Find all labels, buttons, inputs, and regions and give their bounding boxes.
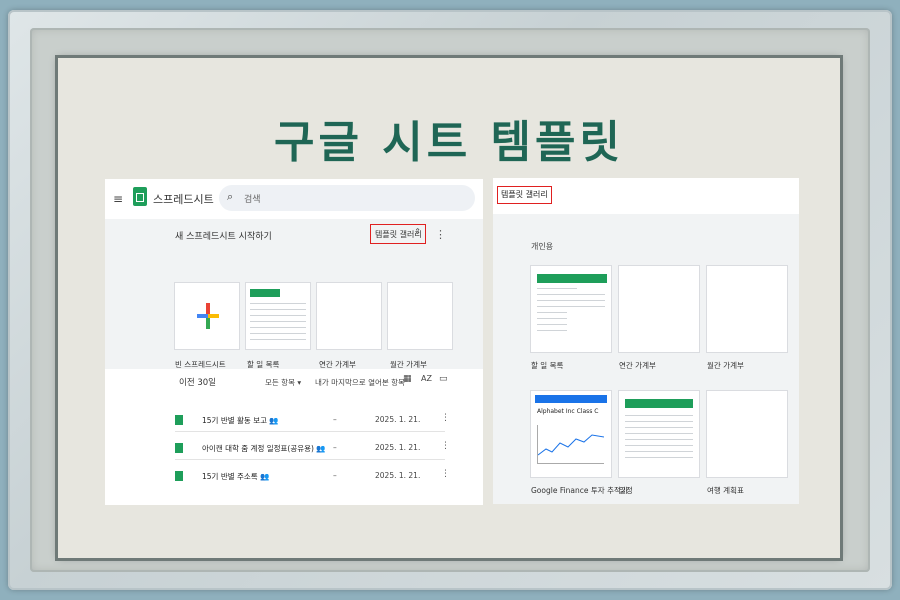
folder-icon[interactable]: ▭ bbox=[439, 374, 448, 384]
file-name: 15기 반별 주소록 👥 bbox=[202, 472, 270, 481]
sheets-logo-icon[interactable] bbox=[133, 187, 147, 206]
page-title: 구글 시트 템플릿 bbox=[274, 117, 624, 168]
template-label: Google Finance 투자 추적기 bbox=[531, 486, 628, 495]
top-bar: ≡ 스프레드시트 ⌕ 검색 bbox=[105, 179, 483, 219]
monthly-budget-template[interactable] bbox=[388, 283, 452, 349]
template-label: 월간 가계부 bbox=[390, 360, 427, 369]
owner-filter-dropdown[interactable]: 모든 항목 ▾ bbox=[265, 377, 301, 388]
sort-az-icon[interactable]: AZ bbox=[421, 374, 432, 383]
blank-spreadsheet-template[interactable] bbox=[175, 283, 239, 349]
menu-icon[interactable]: ≡ bbox=[113, 192, 123, 206]
stock-name: Alphabet Inc Class C bbox=[537, 408, 599, 415]
plus-icon bbox=[197, 303, 219, 329]
search-icon: ⌕ bbox=[227, 190, 234, 203]
file-name: 아이캔 대학 줌 계정 일정표(공유용) 👥 bbox=[202, 444, 326, 453]
template-label: 연간 가계부 bbox=[319, 360, 356, 369]
template-label: 할 일 목록 bbox=[531, 361, 564, 370]
file-date: 2025. 1. 21. bbox=[375, 415, 421, 424]
sort-dropdown[interactable]: 내가 마지막으로 열어본 항목 bbox=[315, 377, 405, 388]
sheets-file-icon bbox=[175, 471, 183, 481]
file-date: 2025. 1. 21. bbox=[375, 443, 421, 452]
file-owner: – bbox=[333, 471, 337, 480]
search-placeholder: 검색 bbox=[244, 195, 261, 205]
table-row[interactable]: 아이캔 대학 줌 계정 일정표(공유용) 👥 – 2025. 1. 21. ⋮ bbox=[175, 435, 450, 460]
todo-list-template[interactable] bbox=[531, 266, 611, 352]
more-options-icon[interactable]: ⋮ bbox=[435, 228, 446, 241]
gallery-header: 템플릿 갤러리 bbox=[493, 178, 799, 215]
google-finance-template[interactable]: Alphabet Inc Class C bbox=[531, 391, 611, 477]
travel-planner-template[interactable] bbox=[707, 391, 787, 477]
table-row[interactable]: 15기 반별 주소록 👥 – 2025. 1. 21. ⋮ bbox=[175, 463, 450, 487]
app-name: 스프레드시트 bbox=[153, 193, 214, 206]
file-date: 2025. 1. 21. bbox=[375, 471, 421, 480]
expand-icon: ⇕ bbox=[414, 227, 421, 236]
section-heading: 개인용 bbox=[531, 242, 554, 251]
todo-list-template[interactable] bbox=[246, 283, 310, 349]
more-options-icon[interactable]: ⋮ bbox=[441, 441, 450, 451]
start-new-label: 새 스프레드시트 시작하기 bbox=[175, 232, 272, 242]
grid-view-icon[interactable]: ▦ bbox=[403, 374, 412, 384]
table-row[interactable]: 15기 반별 활동 보고 👥 – 2025. 1. 21. ⋮ bbox=[175, 407, 450, 432]
monthly-budget-template[interactable] bbox=[707, 266, 787, 352]
template-label: 빈 스프레드시트 bbox=[175, 360, 226, 369]
stock-chart bbox=[537, 425, 604, 464]
file-name: 15기 반별 활동 보고 👥 bbox=[202, 416, 279, 425]
start-new-section: 새 스프레드시트 시작하기 템플릿 갤러리 ⇕ ⋮ 빈 스프레드시트 할 일 목… bbox=[105, 219, 483, 369]
recent-heading: 이전 30일 bbox=[179, 378, 216, 388]
schedule-template[interactable] bbox=[619, 391, 699, 477]
template-gallery-panel: 템플릿 갤러리 개인용 할 일 목록 연간 가계부 월간 가계부 Alphabe… bbox=[493, 178, 799, 504]
more-options-icon[interactable]: ⋮ bbox=[441, 469, 450, 479]
template-label: 여행 계획표 bbox=[707, 486, 744, 495]
sheets-file-icon bbox=[175, 443, 183, 453]
template-label: 연간 가계부 bbox=[619, 361, 656, 370]
template-label: 월간 가계부 bbox=[707, 361, 744, 370]
search-input[interactable]: ⌕ 검색 bbox=[219, 185, 475, 211]
gallery-title: 템플릿 갤러리 bbox=[497, 186, 552, 204]
annual-budget-template[interactable] bbox=[317, 283, 381, 349]
gallery-body: 개인용 할 일 목록 연간 가계부 월간 가계부 Alphabet Inc Cl… bbox=[493, 214, 799, 504]
template-label: 할 일 목록 bbox=[247, 360, 280, 369]
file-owner: – bbox=[333, 415, 337, 424]
template-label: 일정 bbox=[619, 486, 633, 495]
annual-budget-template[interactable] bbox=[619, 266, 699, 352]
more-options-icon[interactable]: ⋮ bbox=[441, 413, 450, 423]
template-gallery-button[interactable]: 템플릿 갤러리 ⇕ bbox=[370, 224, 426, 244]
sheets-file-icon bbox=[175, 415, 183, 425]
file-owner: – bbox=[333, 443, 337, 452]
sheets-home-panel: ≡ 스프레드시트 ⌕ 검색 새 스프레드시트 시작하기 템플릿 갤러리 ⇕ ⋮ bbox=[105, 179, 483, 505]
